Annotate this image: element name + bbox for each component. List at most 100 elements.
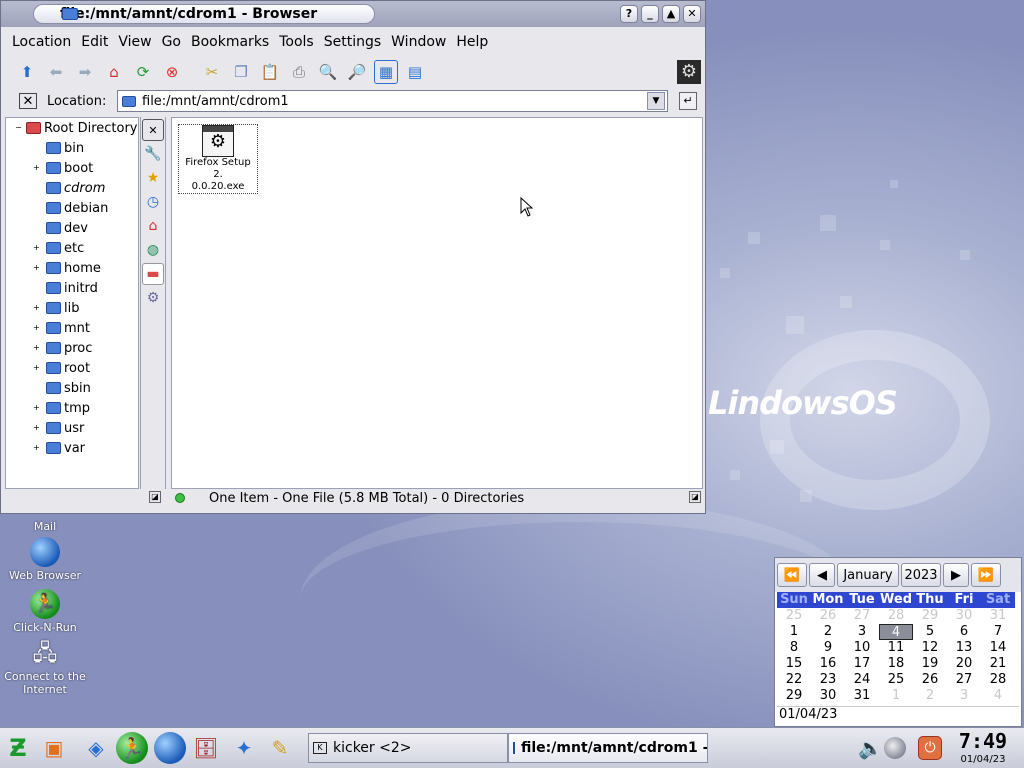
calendar-day[interactable]: 29	[913, 608, 947, 624]
prev-year-button[interactable]: ⏪	[777, 563, 807, 587]
calendar-date-field[interactable]: 01/04/23	[777, 706, 1019, 724]
calendar-day[interactable]: 1	[879, 688, 913, 704]
menu-help[interactable]: Help	[451, 34, 493, 50]
close-sidebar-icon[interactable]: ✕	[142, 119, 164, 141]
calendar-day[interactable]: 2	[811, 624, 845, 640]
calendar-day[interactable]: 3	[947, 688, 981, 704]
history-tab-icon[interactable]: ◷	[142, 191, 164, 213]
task-browser[interactable]: file:/mnt/amnt/cdrom1 - B	[508, 733, 708, 763]
network-tab-icon[interactable]: ◍	[142, 239, 164, 261]
tree-item-tmp[interactable]: + tmp	[6, 398, 138, 418]
tree-item-cdrom[interactable]: cdrom	[6, 178, 138, 198]
tree-item-home[interactable]: + home	[6, 258, 138, 278]
calendar-day[interactable]: 6	[947, 624, 981, 640]
tree-item-mnt[interactable]: + mnt	[6, 318, 138, 338]
click-n-run-icon[interactable]: 🏃	[116, 732, 148, 764]
tree-item-usr[interactable]: + usr	[6, 418, 138, 438]
help-button[interactable]: ?	[620, 5, 638, 23]
calendar-day[interactable]: 16	[811, 656, 845, 672]
forward-icon[interactable]: ➡	[73, 60, 97, 84]
calendar-day[interactable]: 5	[913, 624, 947, 640]
calendar-day[interactable]: 28	[981, 672, 1015, 688]
detail-view-icon[interactable]: ▤	[403, 60, 427, 84]
back-icon[interactable]: ⬅	[44, 60, 68, 84]
zoom-in-icon[interactable]: 🔍	[316, 60, 340, 84]
expand-icon[interactable]: +	[32, 363, 41, 373]
expand-icon[interactable]: +	[32, 243, 41, 253]
services-tab-icon[interactable]: ⚙	[142, 287, 164, 309]
tree-resize-icon[interactable]: ◪	[149, 491, 161, 503]
calendar-day[interactable]: 3	[845, 624, 879, 640]
title-bar[interactable]: file:/mnt/amnt/cdrom1 - Browser ? _ ▲ ✕	[1, 1, 705, 27]
home-icon[interactable]: ⌂	[102, 60, 126, 84]
calendar-day[interactable]: 7	[981, 624, 1015, 640]
start-menu-icon[interactable]: Ƶ	[2, 732, 34, 764]
menu-view[interactable]: View	[113, 34, 156, 50]
tree-item-debian[interactable]: debian	[6, 198, 138, 218]
bookmarks-tab-icon[interactable]: ★	[142, 167, 164, 189]
calendar-day[interactable]: 4	[981, 688, 1015, 704]
menu-location[interactable]: Location	[7, 34, 76, 50]
tree-item-bin[interactable]: bin	[6, 138, 138, 158]
calendar-day[interactable]: 23	[811, 672, 845, 688]
calendar-day[interactable]: 18	[879, 656, 913, 672]
calendar-day[interactable]: 25	[777, 608, 811, 624]
month-selector[interactable]: January	[837, 563, 899, 587]
expand-icon[interactable]: +	[32, 403, 41, 413]
tree-item-sbin[interactable]: sbin	[6, 378, 138, 398]
calendar-day-selected[interactable]: 4	[879, 624, 913, 640]
root-tab-icon[interactable]: ▬	[142, 263, 164, 285]
cube-icon[interactable]: ◈	[80, 732, 112, 764]
up-icon[interactable]: ⬆	[15, 60, 39, 84]
calendar-day[interactable]: 20	[947, 656, 981, 672]
expand-icon[interactable]: +	[32, 443, 41, 453]
menu-window[interactable]: Window	[386, 34, 451, 50]
calendar-day[interactable]: 1	[777, 624, 811, 640]
home-tab-icon[interactable]: ⌂	[142, 215, 164, 237]
gear-icon[interactable]: ⚙	[677, 60, 701, 84]
paste-icon[interactable]: 📋	[258, 60, 282, 84]
desktop-web-browser[interactable]: Web Browser	[0, 537, 90, 582]
calendar-day[interactable]: 13	[947, 640, 981, 656]
calendar-day[interactable]: 21	[981, 656, 1015, 672]
zoom-out-icon[interactable]: 🔎	[345, 60, 369, 84]
task-kicker[interactable]: K kicker <2>	[308, 733, 508, 763]
calendar-day[interactable]: 12	[913, 640, 947, 656]
calendar-day[interactable]: 29	[777, 688, 811, 704]
expand-icon[interactable]: +	[32, 323, 41, 333]
calendar-day[interactable]: 10	[845, 640, 879, 656]
edit-pen-icon[interactable]: ✎	[264, 732, 296, 764]
tree-item-proc[interactable]: + proc	[6, 338, 138, 358]
lifevest-icon[interactable]: ▣	[38, 732, 70, 764]
location-input[interactable]: file:/mnt/amnt/cdrom1 ▼	[117, 90, 668, 112]
calendar-day[interactable]: 27	[947, 672, 981, 688]
network-status-icon[interactable]	[884, 737, 906, 759]
expand-icon[interactable]: +	[32, 263, 41, 273]
copy-icon[interactable]: ❐	[229, 60, 253, 84]
close-button[interactable]: ✕	[683, 5, 701, 23]
year-selector[interactable]: 2023	[901, 563, 941, 587]
menu-go[interactable]: Go	[157, 34, 186, 50]
browser-globe-icon[interactable]	[154, 732, 186, 764]
menu-settings[interactable]: Settings	[319, 34, 386, 50]
print-icon[interactable]: ⎙	[287, 60, 311, 84]
file-item[interactable]: ⚙ Firefox Setup 2. 0.0.20.exe	[178, 124, 258, 194]
reload-icon[interactable]: ⟳	[131, 60, 155, 84]
tree-item-dev[interactable]: dev	[6, 218, 138, 238]
volume-icon[interactable]: 🔈	[858, 732, 883, 764]
menu-tools[interactable]: Tools	[274, 34, 319, 50]
calendar-day[interactable]: 30	[811, 688, 845, 704]
calendar-day[interactable]: 24	[845, 672, 879, 688]
chevron-down-icon[interactable]: ▼	[647, 92, 665, 110]
calendar-day[interactable]: 31	[981, 608, 1015, 624]
tools-tab-icon[interactable]: 🔧	[142, 143, 164, 165]
expand-icon[interactable]: +	[32, 163, 41, 173]
calendar-day[interactable]: 31	[845, 688, 879, 704]
prev-month-button[interactable]: ◀	[809, 563, 835, 587]
calendar-day[interactable]: 19	[913, 656, 947, 672]
expand-icon[interactable]: +	[32, 303, 41, 313]
calendar-day[interactable]: 15	[777, 656, 811, 672]
calendar-day[interactable]: 25	[879, 672, 913, 688]
tree-item-boot[interactable]: + boot	[6, 158, 138, 178]
calendar-day[interactable]: 26	[811, 608, 845, 624]
